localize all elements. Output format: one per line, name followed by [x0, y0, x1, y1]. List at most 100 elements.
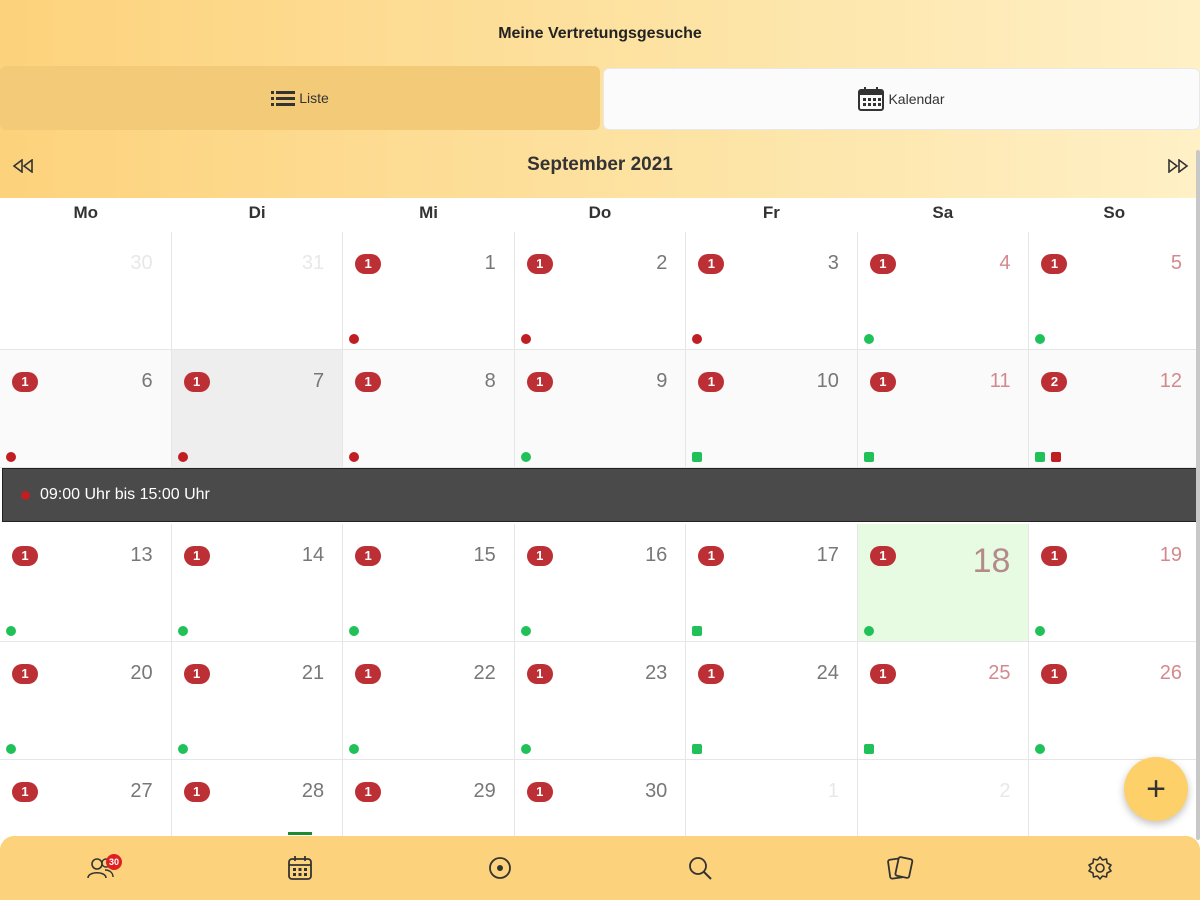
day-cell[interactable]: 1 5	[1029, 232, 1200, 350]
calendar-icon	[858, 87, 885, 111]
event-dot	[1035, 744, 1046, 754]
day-number-today: 18	[972, 542, 1011, 580]
day-cell[interactable]: 1 11	[857, 350, 1030, 468]
event-dot	[177, 626, 188, 636]
day-cell[interactable]: 1 15	[343, 524, 515, 642]
event-dot	[6, 744, 16, 754]
day-cell[interactable]: 1 19	[1029, 524, 1200, 642]
month-header: September 2021	[0, 142, 1200, 186]
count-badge: 1	[183, 372, 210, 392]
nav-users[interactable]: 30	[0, 836, 200, 900]
nav-target[interactable]	[400, 836, 600, 900]
weekday-label: Sa	[932, 203, 954, 222]
day-number: 1	[484, 252, 496, 274]
day-cell[interactable]: 1 9	[514, 350, 687, 468]
day-number: 5	[1170, 252, 1183, 274]
day-cell[interactable]: 1 16	[514, 524, 687, 642]
day-cell[interactable]: 1 23	[514, 642, 687, 760]
day-cell[interactable]: 1 6	[0, 350, 172, 468]
event-dot	[863, 452, 874, 462]
day-cell-selected[interactable]: 1 7	[171, 350, 344, 468]
day-number: 31	[301, 252, 325, 274]
event-dot	[863, 626, 874, 636]
calendar-week: 1 6 1 7 1 8 1 9 1 10 1 11 2 12	[0, 350, 1200, 468]
weekday-header: Mo Di Mi Do Fr Sa So	[0, 198, 1200, 233]
day-cell[interactable]: 1 26	[1029, 642, 1200, 760]
weekday-label: Do	[588, 203, 612, 222]
next-month-button[interactable]	[1164, 155, 1190, 177]
day-number: 10	[816, 370, 839, 392]
event-dot	[863, 334, 874, 344]
count-badge: 1	[183, 782, 210, 802]
nav-calendar[interactable]	[200, 832, 400, 900]
nav-settings[interactable]	[1000, 836, 1200, 900]
event-dot	[349, 334, 360, 344]
day-number: 17	[816, 544, 839, 566]
count-badge: 1	[1041, 664, 1068, 684]
day-number: 22	[473, 662, 496, 684]
day-number: 27	[130, 780, 153, 802]
scrollbar[interactable]	[1196, 150, 1200, 840]
event-dot	[520, 626, 531, 636]
double-chevron-right-icon	[1168, 159, 1189, 173]
day-number: 21	[301, 662, 325, 684]
day-cell[interactable]: 1 10	[686, 350, 858, 468]
day-cell[interactable]: 1 13	[0, 524, 172, 642]
event-dot	[349, 452, 360, 462]
day-number: 19	[1159, 544, 1183, 566]
day-cell[interactable]: 30	[0, 232, 172, 350]
day-cell[interactable]: 2 12	[1029, 350, 1200, 468]
count-badge: 1	[698, 664, 725, 684]
day-cell[interactable]: 1 22	[343, 642, 515, 760]
tab-kalendar[interactable]: Kalendar	[603, 68, 1200, 130]
event-dot	[1051, 452, 1062, 462]
view-switcher: Liste Kalendar	[0, 66, 1200, 132]
event-dot	[6, 452, 16, 462]
day-number: 6	[141, 370, 153, 392]
count-badge: 1	[526, 664, 553, 684]
count-badge: 1	[698, 546, 725, 566]
day-number: 13	[130, 544, 153, 566]
event-dot	[1035, 626, 1046, 636]
day-number: 30	[645, 780, 668, 802]
count-badge: 1	[12, 664, 38, 684]
day-number: 3	[827, 252, 839, 274]
tab-liste[interactable]: Liste	[0, 66, 600, 130]
count-badge: 1	[12, 546, 38, 566]
add-button[interactable]: +	[1124, 757, 1188, 821]
day-cell[interactable]: 1 3	[686, 232, 858, 350]
day-number: 28	[301, 780, 325, 802]
day-cell[interactable]: 1 2	[514, 232, 687, 350]
weekday-label: Mi	[419, 203, 438, 222]
day-cell[interactable]: 1 8	[343, 350, 515, 468]
count-badge: 1	[355, 664, 382, 684]
count-badge: 1	[12, 372, 38, 392]
event-dot	[1035, 334, 1046, 344]
event-dot	[177, 744, 188, 754]
day-cell[interactable]: 1 21	[171, 642, 344, 760]
day-cell[interactable]: 1 1	[343, 232, 515, 350]
event-detail-bar[interactable]: 09:00 Uhr bis 15:00 Uhr	[2, 468, 1198, 522]
event-dot	[21, 490, 30, 500]
day-cell[interactable]: 1 20	[0, 642, 172, 760]
day-cell[interactable]: 1 14	[171, 524, 344, 642]
nav-cards[interactable]	[800, 836, 1000, 900]
bottom-nav: 30	[0, 832, 1200, 900]
day-cell[interactable]: 1 17	[686, 524, 858, 642]
weekday-label: Fr	[762, 203, 780, 222]
settings-icon	[1088, 856, 1112, 880]
day-number: 29	[473, 780, 496, 802]
day-cell[interactable]: 1 24	[686, 642, 858, 760]
day-number: 23	[645, 662, 668, 684]
day-number: 2	[656, 252, 668, 274]
calendar-icon	[288, 856, 312, 880]
day-cell-today[interactable]: 1 18	[857, 524, 1030, 642]
day-cell[interactable]: 1 4	[857, 232, 1030, 350]
nav-search[interactable]	[600, 836, 800, 900]
day-cell[interactable]: 1 25	[857, 642, 1030, 760]
count-badge: 1	[355, 546, 382, 566]
day-cell[interactable]: 31	[171, 232, 344, 350]
tab-liste-label: Liste	[299, 90, 329, 106]
day-number: 16	[645, 544, 668, 566]
tab-kalendar-label: Kalendar	[888, 91, 945, 107]
